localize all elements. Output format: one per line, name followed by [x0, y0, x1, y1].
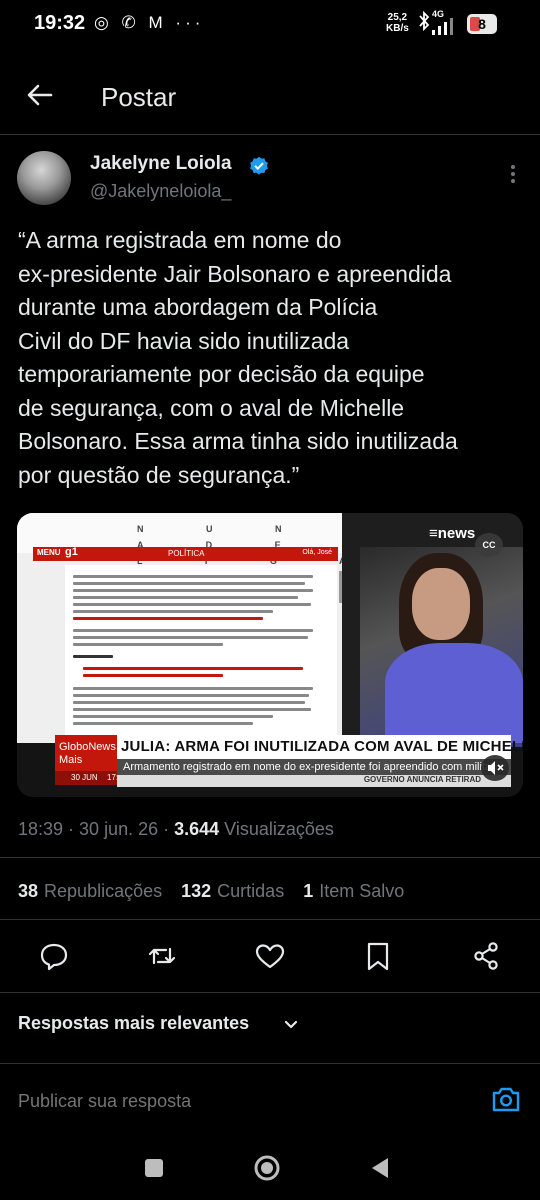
menu-label: MENU	[37, 548, 61, 557]
post-video[interactable]: N U N C A D E S L I G A MENU g1 POLÍTICA…	[17, 513, 523, 797]
post-stats: 38 Republicações 132 Curtidas 1 Item Salvo	[18, 881, 404, 902]
post-actions	[0, 938, 540, 978]
reply-icon[interactable]	[36, 938, 72, 974]
repost-icon[interactable]	[144, 938, 180, 974]
back-arrow-icon[interactable]	[25, 80, 55, 110]
post-meta: 18:39 · 30 jun. 26 · 3.644 Visualizações	[18, 819, 334, 840]
reposts-label: Republicações	[44, 881, 163, 901]
news-ticker: GOVERNO ANUNCIA RETIRAD	[117, 775, 511, 787]
speed-value: 25,2	[387, 12, 408, 23]
status-time: 19:32	[34, 12, 86, 34]
date-box: 30 JUN 17:24	[55, 771, 127, 785]
views-label: Visualizações	[219, 819, 334, 839]
site-logo: g1	[65, 546, 78, 558]
captions-button[interactable]: CC	[475, 533, 503, 557]
anchor-face	[412, 568, 470, 640]
subheadline-text: Armamento registrado em nome do ex-presi…	[123, 761, 495, 773]
saves-label: Item Salvo	[319, 881, 405, 901]
bluetooth-icon	[418, 10, 430, 36]
system-nav-bar	[0, 1136, 540, 1200]
status-bar: 19:32 ◎ ✆ M ··· 25,2 KB/s 4G 8	[0, 0, 540, 50]
chevron-down-icon[interactable]	[282, 1016, 300, 1039]
recent-apps-icon[interactable]	[134, 1148, 174, 1188]
news-headline: JULIA: ARMA FOI INUTILIZADA COM AVAL DE …	[117, 735, 523, 759]
actions-divider	[0, 992, 540, 993]
notification-icons: ◎ ✆ M ···	[94, 13, 205, 32]
camera-icon[interactable]	[490, 1084, 522, 1119]
likes-stat[interactable]: 132 Curtidas	[181, 881, 284, 901]
user-greeting: Olá, José	[302, 549, 332, 556]
broadcast-date: 30 JUN	[71, 773, 98, 782]
battery-icon: 8	[467, 14, 497, 34]
headline-text: JULIA: ARMA FOI INUTILIZADA COM AVAL DE …	[121, 738, 523, 755]
signal-icon	[430, 18, 460, 41]
site-header-bar: MENU g1 POLÍTICA Olá, José	[33, 546, 338, 561]
battery-level: 8	[478, 16, 486, 32]
bookmark-icon[interactable]	[360, 938, 396, 974]
likes-count: 132	[181, 881, 212, 901]
likes-label: Curtidas	[217, 881, 285, 901]
like-heart-icon[interactable]	[252, 938, 288, 974]
author-name[interactable]: Jakelyne Loiola	[90, 153, 232, 175]
views-count: 3.644	[174, 819, 220, 839]
verified-badge-icon[interactable]	[249, 156, 269, 181]
mute-icon[interactable]	[481, 755, 509, 781]
article-body	[65, 565, 337, 739]
section-label: POLÍTICA	[168, 549, 205, 558]
ticker-text: GOVERNO ANUNCIA RETIRAD	[363, 775, 481, 784]
avatar[interactable]	[17, 151, 71, 205]
reposts-stat[interactable]: 38 Republicações	[18, 881, 162, 901]
news-subheadline: Armamento registrado em nome do ex-presi…	[117, 759, 511, 775]
post-text: “A arma registrada em nome do ex-preside…	[18, 227, 458, 488]
network-speed: 25,2 KB/s	[386, 12, 409, 34]
speed-unit: KB/s	[386, 23, 409, 34]
home-icon[interactable]	[247, 1148, 287, 1188]
back-triangle-icon[interactable]	[360, 1148, 400, 1188]
reply-input[interactable]	[18, 1088, 478, 1114]
page-title: Postar	[101, 82, 177, 112]
channel-logo: ≡news	[429, 525, 476, 542]
anchor-body	[385, 643, 523, 743]
meta-divider	[0, 857, 540, 858]
saves-stat[interactable]: 1 Item Salvo	[303, 881, 404, 901]
post-timestamp: 18:39 · 30 jun. 26 ·	[18, 819, 175, 839]
reposts-count: 38	[18, 881, 39, 901]
share-icon[interactable]	[468, 938, 504, 974]
stats-divider	[0, 919, 540, 920]
header-divider	[0, 134, 540, 135]
more-options-icon[interactable]	[505, 162, 521, 191]
author-handle[interactable]: @Jakelyneloiola_	[90, 181, 231, 202]
program-name: GloboNews Mais	[59, 741, 116, 766]
saves-count: 1	[303, 881, 314, 901]
replies-sort-button[interactable]: Respostas mais relevantes	[18, 1013, 249, 1034]
